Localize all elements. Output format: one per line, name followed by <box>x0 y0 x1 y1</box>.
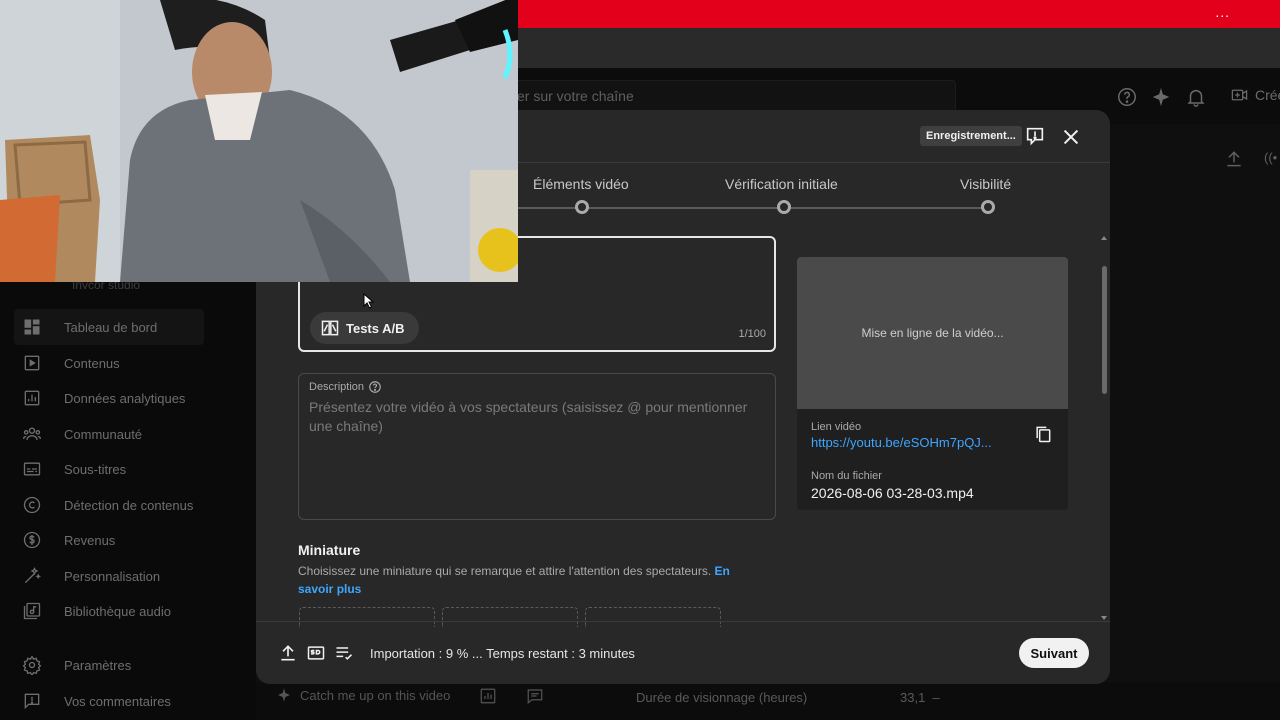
sparkle-icon <box>278 688 290 702</box>
dashboard-icon <box>24 319 40 335</box>
thumbnail-description: Choisissez une miniature qui se remarque… <box>298 564 730 596</box>
saving-badge: Enregistrement... <box>920 126 1022 146</box>
sidebar-item-subtitles[interactable]: Sous-titres <box>14 451 254 487</box>
thumbnail-test-slot[interactable] <box>585 607 721 627</box>
video-preview-card: Mise en ligne de la vidéo... Lien vidéo … <box>797 257 1068 510</box>
report-feedback-icon[interactable] <box>1024 125 1046 147</box>
copy-icon[interactable] <box>1033 424 1053 444</box>
screen: ... er sur votre chaîne Créer ((• Invcor… <box>0 0 1280 720</box>
ab-test-icon <box>321 320 339 336</box>
step-dot-checks[interactable] <box>777 200 791 214</box>
sidebar-item-label: Personnalisation <box>64 568 161 584</box>
file-name: 2026-08-06 03-28-03.mp4 <box>811 485 974 501</box>
video-link[interactable]: https://youtu.be/eSOHm7pQJ... <box>811 435 1011 450</box>
earn-icon <box>23 531 41 549</box>
checks-list-icon <box>336 647 353 660</box>
step-checks[interactable]: Vérification initiale <box>725 176 838 192</box>
step-dot-video-elements[interactable] <box>575 200 589 214</box>
sidebar-item-label: Revenus <box>64 532 116 548</box>
browser-menu-dots[interactable]: ... <box>1215 4 1230 20</box>
create-video-icon <box>1231 89 1248 101</box>
mouse-cursor-icon <box>363 293 375 309</box>
webcam-overlay <box>0 0 518 282</box>
sidebar-item-label: Paramètres <box>64 657 132 673</box>
sparkle-icon[interactable] <box>1150 86 1172 108</box>
content-icon <box>24 355 40 371</box>
create-label: Créer <box>1254 87 1280 103</box>
sidebar-item-label: Vos commentaires <box>64 693 171 709</box>
title-char-count: 1/100 <box>738 328 766 340</box>
sidebar-item-settings[interactable]: Paramètres <box>14 647 254 683</box>
help-icon[interactable] <box>368 380 382 394</box>
sidebar-item-analytics[interactable]: Données analytiques <box>14 380 254 416</box>
watch-time-value: 33,1 – <box>900 690 940 705</box>
sidebar-item-feedback[interactable]: Vos commentaires <box>14 683 254 719</box>
sidebar-item-label: Bibliothèque audio <box>64 603 171 619</box>
settings-icon <box>22 655 42 675</box>
sidebar-item-earn[interactable]: Revenus <box>14 522 254 558</box>
search-input[interactable]: er sur votre chaîne <box>480 80 956 112</box>
file-name-label: Nom du fichier <box>811 470 882 482</box>
description-field[interactable]: Description Présentez votre vidéo à vos … <box>298 373 776 520</box>
sidebar-item-customization[interactable]: Personnalisation <box>14 558 254 594</box>
chart-icon[interactable] <box>479 687 497 705</box>
comment-icon[interactable] <box>525 687 545 705</box>
step-visibility[interactable]: Visibilité <box>960 176 1011 192</box>
step-video-elements[interactable]: Éléments vidéo <box>533 176 629 192</box>
video-preview: Mise en ligne de la vidéo... <box>797 257 1068 409</box>
description-placeholder: Présentez votre vidéo à vos spectateurs … <box>309 399 748 434</box>
ab-test-button[interactable]: Tests A/B <box>310 312 419 344</box>
upload-icon <box>281 645 295 661</box>
analytics-icon <box>24 390 40 406</box>
thumbnail-upload-slot[interactable] <box>299 607 435 627</box>
sidebar-item-community[interactable]: Communauté <box>14 416 254 452</box>
upload-progress-status: Importation : 9 % ... Temps restant : 3 … <box>370 646 635 661</box>
sd-quality-icon <box>307 646 325 660</box>
notifications-icon[interactable] <box>1185 86 1207 108</box>
webcam-feed-image <box>0 0 518 282</box>
feedback-icon <box>24 693 40 710</box>
sidebar-item-content[interactable]: Contenus <box>14 345 254 381</box>
catch-me-up-label: Catch me up on this video <box>300 687 451 703</box>
footer-divider <box>256 621 1110 622</box>
description-label: Description <box>309 380 382 394</box>
subtitles-icon <box>23 462 41 476</box>
copyright-icon <box>23 496 41 514</box>
thumbnail-title: Miniature <box>298 542 361 558</box>
scroll-up-arrow[interactable] <box>1101 236 1107 240</box>
watch-time-label: Durée de visionnage (heures) <box>636 690 808 705</box>
sidebar-item-audio-library[interactable]: Bibliothèque audio <box>14 593 254 629</box>
sidebar-item-label: Détection de contenus <box>64 497 194 513</box>
step-dot-visibility[interactable] <box>981 200 995 214</box>
sidebar-item-label: Contenus <box>64 355 120 371</box>
community-icon <box>23 427 41 440</box>
thumbnail-auto-slot[interactable] <box>442 607 578 627</box>
help-icon[interactable] <box>1116 86 1138 108</box>
create-button[interactable]: Créer <box>1230 85 1280 105</box>
live-icon[interactable]: ((• <box>1264 150 1277 165</box>
sidebar-item-label: Tableau de bord <box>64 319 158 335</box>
upload-icon[interactable] <box>1224 148 1244 170</box>
sidebar-item-dashboard[interactable]: Tableau de bord <box>14 309 204 345</box>
sidebar-item-label: Sous-titres <box>64 461 127 477</box>
sidebar-item-label: Communauté <box>64 426 143 442</box>
audio-library-icon <box>23 602 41 620</box>
upload-status: Mise en ligne de la vidéo... <box>861 326 1004 340</box>
next-button[interactable]: Suivant <box>1019 638 1089 668</box>
sidebar-item-content-detection[interactable]: Détection de contenus <box>14 487 254 523</box>
scrollbar-thumb[interactable] <box>1102 266 1107 394</box>
search-placeholder: er sur votre chaîne <box>517 88 634 104</box>
sidebar-item-label: Données analytiques <box>64 390 186 406</box>
catch-me-up-button[interactable]: Catch me up on this video <box>276 687 450 703</box>
customization-icon <box>24 567 41 584</box>
close-icon[interactable] <box>1060 126 1082 148</box>
video-link-label: Lien vidéo <box>811 421 862 433</box>
scroll-down-arrow[interactable] <box>1101 616 1107 620</box>
ab-test-label: Tests A/B <box>346 320 405 336</box>
